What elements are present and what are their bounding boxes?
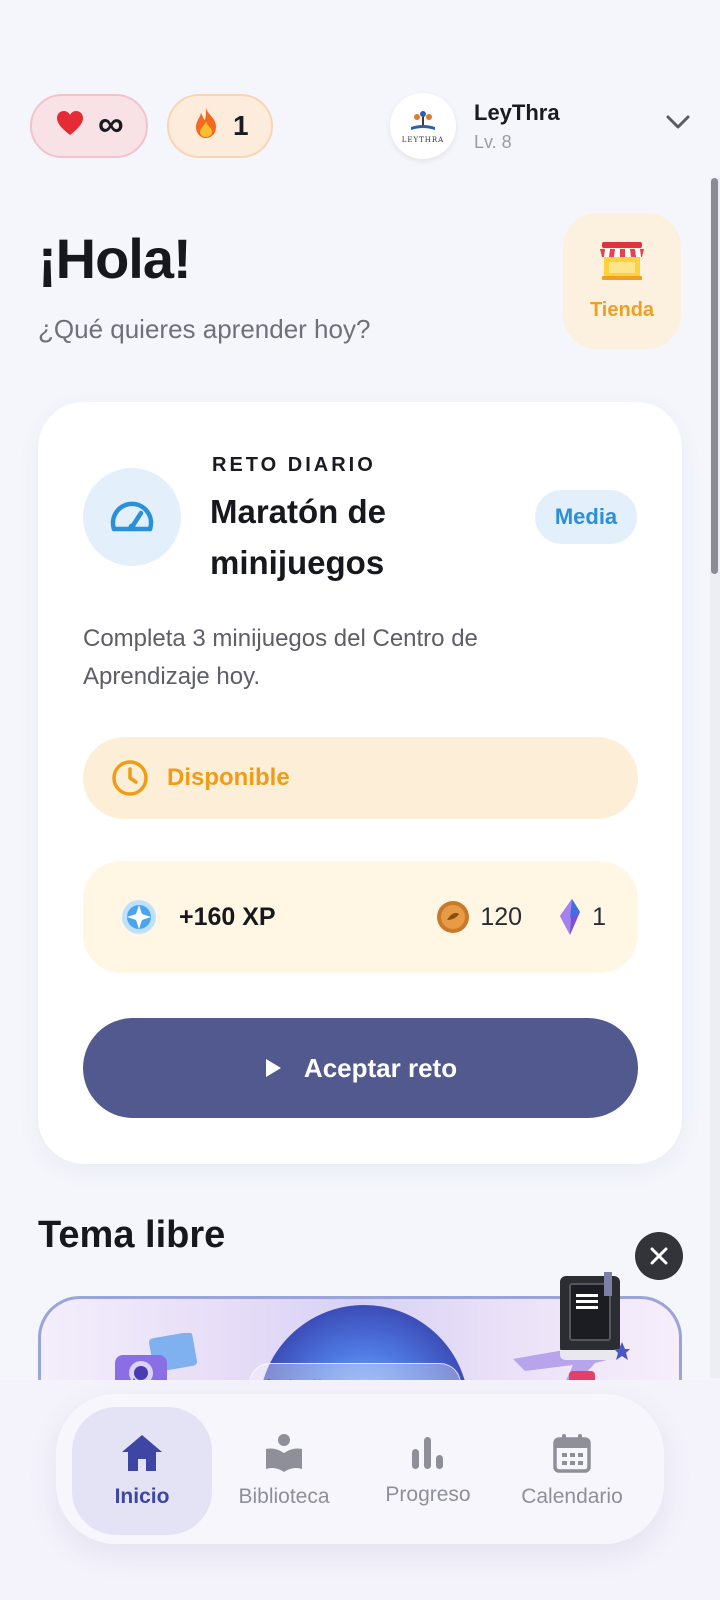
challenge-title: Maratón de minijuegos [210,493,387,581]
difficulty-badge: Media [535,490,637,544]
lives-pill[interactable]: ∞ [30,94,148,158]
close-widget-button[interactable] [635,1232,683,1280]
tree-book-logo-icon [411,111,435,130]
gem-reward: 1 [592,902,606,931]
logo-text: LEYTHRA [401,136,445,144]
free-topic-title: Tema libre [38,1214,226,1256]
challenge-icon-circle [83,468,181,566]
coin-reward: 120 [480,902,523,931]
calendar-icon [553,1434,591,1473]
avatar: LEYTHRA [390,93,456,159]
challenge-kicker: RETO DIARIO [212,454,376,476]
profile-level: Lv. 8 [474,131,512,152]
bar-chart-icon [412,1437,443,1469]
page-subtitle: ¿Qué quieres aprender hoy? [38,314,371,344]
streak-value: 1 [233,110,249,141]
challenge-description: Completa 3 minijuegos del Centro de Apre… [83,625,478,690]
status-bar: Disponible [83,737,638,819]
heart-icon [56,110,84,143]
speedometer-icon [110,501,154,532]
nav-item-biblioteca[interactable]: Biblioteca [214,1407,354,1535]
nav-item-calendario[interactable]: Calendario [502,1407,642,1535]
scrollbar-thumb[interactable] [711,178,718,574]
profile-button[interactable]: LEYTHRA LeyThra Lv. 8 [390,93,560,159]
page-title: ¡Hola! [38,227,192,290]
streak-pill[interactable]: 1 [167,94,273,158]
accept-challenge-button[interactable]: Aceptar reto [83,1018,638,1118]
coin-icon [437,901,470,933]
nav-item-inicio[interactable]: Inicio [72,1407,212,1535]
xp-reward: +160 XP [179,902,276,931]
store-icon [600,241,644,280]
play-icon [265,1059,281,1077]
scrollbar[interactable] [710,178,720,1378]
status-text: Disponible [167,764,290,791]
nav-label: Inicio [114,1485,170,1508]
profile-name: LeyThra [474,99,560,125]
nav-label: Progreso [385,1483,471,1506]
xp-orb-icon [122,900,156,934]
rewards-panel: +160 XP 120 1 [83,861,638,973]
crystal-icon [560,899,581,935]
fire-icon [193,107,219,146]
reading-icon [266,1434,302,1472]
store-label: Tienda [589,298,655,321]
accept-label: Aceptar reto [303,1052,458,1083]
nav-label: Biblioteca [238,1485,330,1508]
chevron-down-icon[interactable] [666,114,690,130]
nav-label: Calendario [521,1485,623,1508]
close-icon [650,1247,668,1265]
book-assistant-icon[interactable] [558,1272,630,1364]
clock-icon [112,760,148,796]
home-icon [122,1435,162,1471]
daily-challenge-card: RETO DIARIO Maratón de minijuegos Media … [38,402,682,1164]
lives-value: ∞ [98,103,124,144]
store-button[interactable]: Tienda [563,213,681,349]
nav-item-progreso[interactable]: Progreso [358,1407,498,1535]
bottom-nav: Inicio Biblioteca Progreso Calendario [56,1394,664,1544]
